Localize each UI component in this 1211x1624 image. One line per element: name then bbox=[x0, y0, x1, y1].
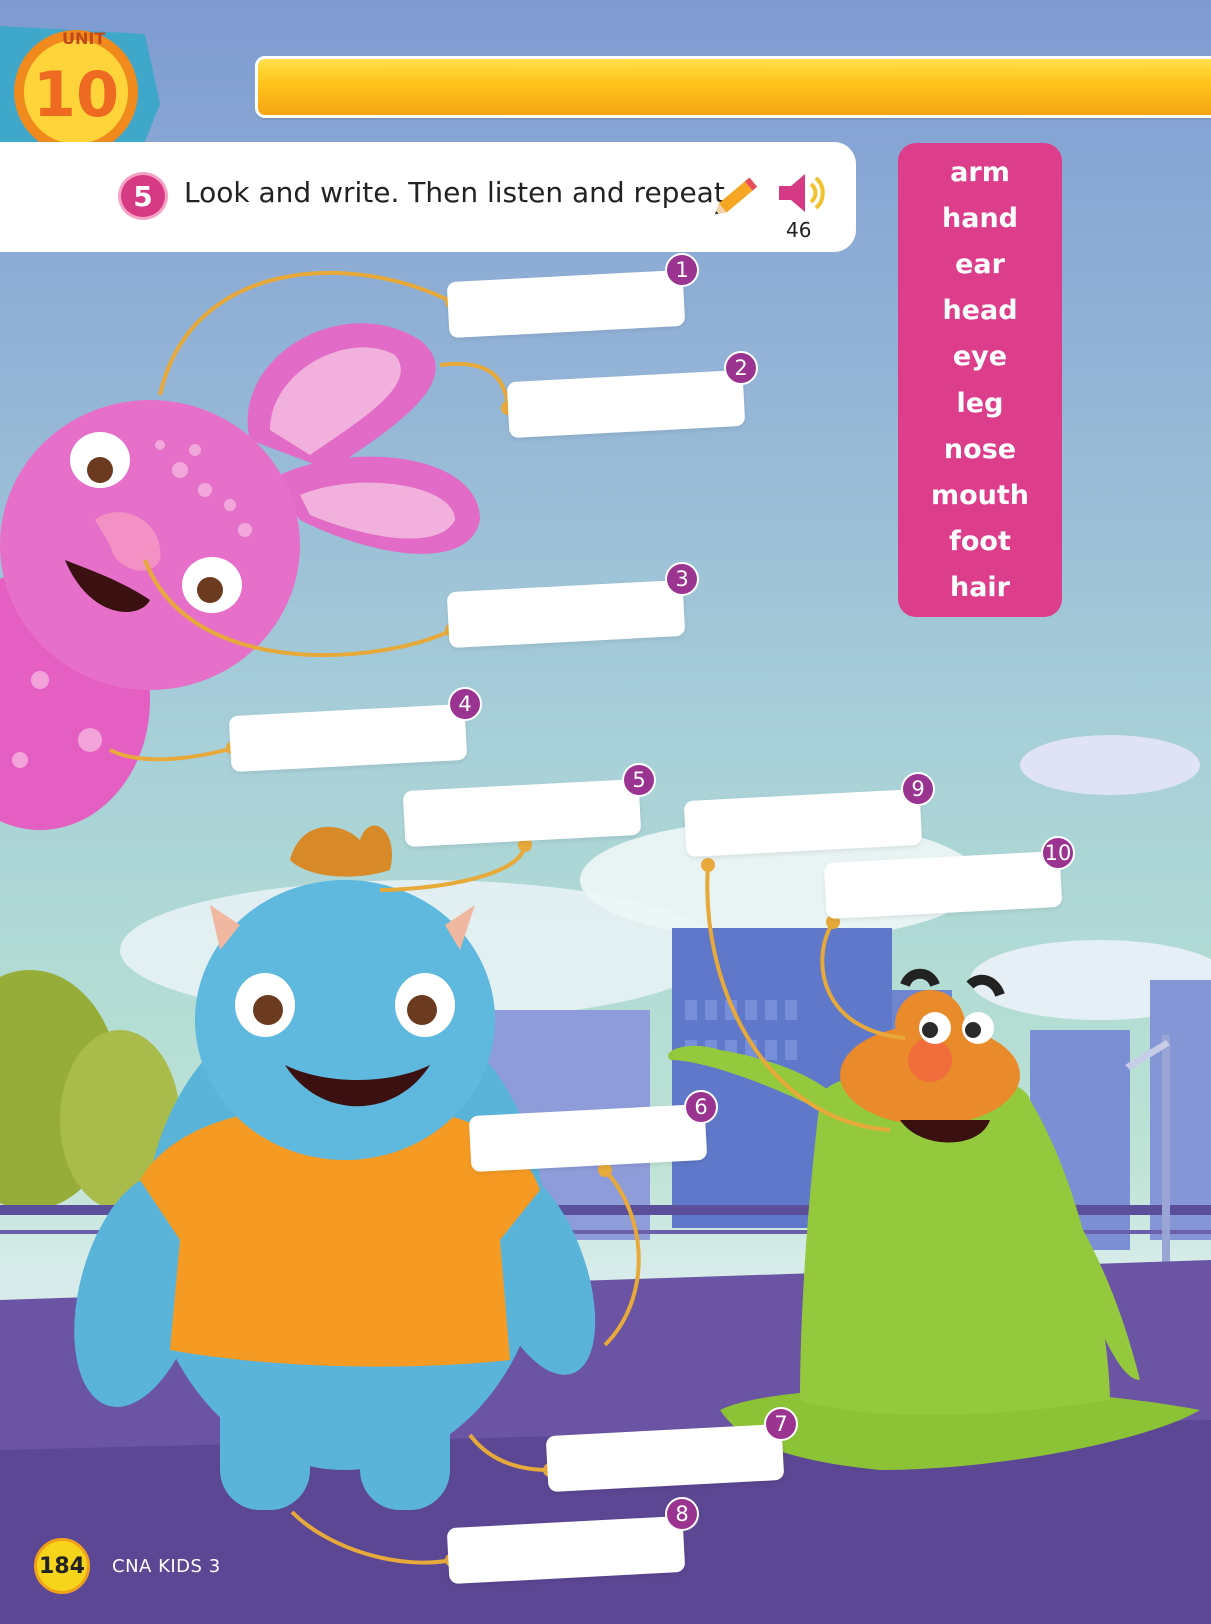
word-bank-item: foot bbox=[949, 526, 1011, 558]
answer-number-7: 7 bbox=[764, 1407, 798, 1441]
answer-number-8: 8 bbox=[665, 1497, 699, 1531]
unit-badge: UNIT 10 bbox=[0, 26, 160, 154]
word-bank-item: arm bbox=[950, 156, 1010, 188]
answer-number-6: 6 bbox=[684, 1090, 718, 1124]
answer-number-1: 1 bbox=[665, 253, 699, 287]
word-bank-item: head bbox=[942, 295, 1018, 327]
answer-number-10: 10 bbox=[1041, 836, 1075, 870]
answer-number-5: 5 bbox=[622, 763, 656, 797]
word-bank-item: leg bbox=[956, 387, 1004, 419]
word-bank-item: mouth bbox=[930, 479, 1030, 511]
instruction-text: Look and write. Then listen and repeat. bbox=[184, 176, 734, 209]
answer-number-4: 4 bbox=[448, 687, 482, 721]
word-bank-item: hand bbox=[942, 202, 1018, 234]
answer-number-2: 2 bbox=[724, 351, 758, 385]
svg-text:10: 10 bbox=[33, 58, 119, 131]
exercise-number: 5 bbox=[118, 172, 168, 220]
svg-text:UNIT: UNIT bbox=[62, 29, 105, 48]
page-number: 184 bbox=[34, 1538, 90, 1594]
book-title: CNA KIDS 3 bbox=[112, 1556, 221, 1577]
answer-number-9: 9 bbox=[901, 772, 935, 806]
audio-track-number: 46 bbox=[786, 218, 812, 242]
word-bank: arm hand ear head eye leg nose mouth foo… bbox=[898, 143, 1062, 617]
header-bar bbox=[255, 56, 1211, 118]
word-bank-item: ear bbox=[955, 248, 1005, 280]
answer-number-3: 3 bbox=[665, 562, 699, 596]
word-bank-item: eye bbox=[952, 341, 1008, 373]
workbook-page: UNIT 10 5 Look and write. Then listen an… bbox=[0, 0, 1211, 1624]
pencil-icon bbox=[715, 177, 758, 215]
word-bank-item: nose bbox=[943, 433, 1017, 465]
speaker-icon[interactable] bbox=[775, 168, 831, 218]
word-bank-item: hair bbox=[949, 572, 1010, 604]
